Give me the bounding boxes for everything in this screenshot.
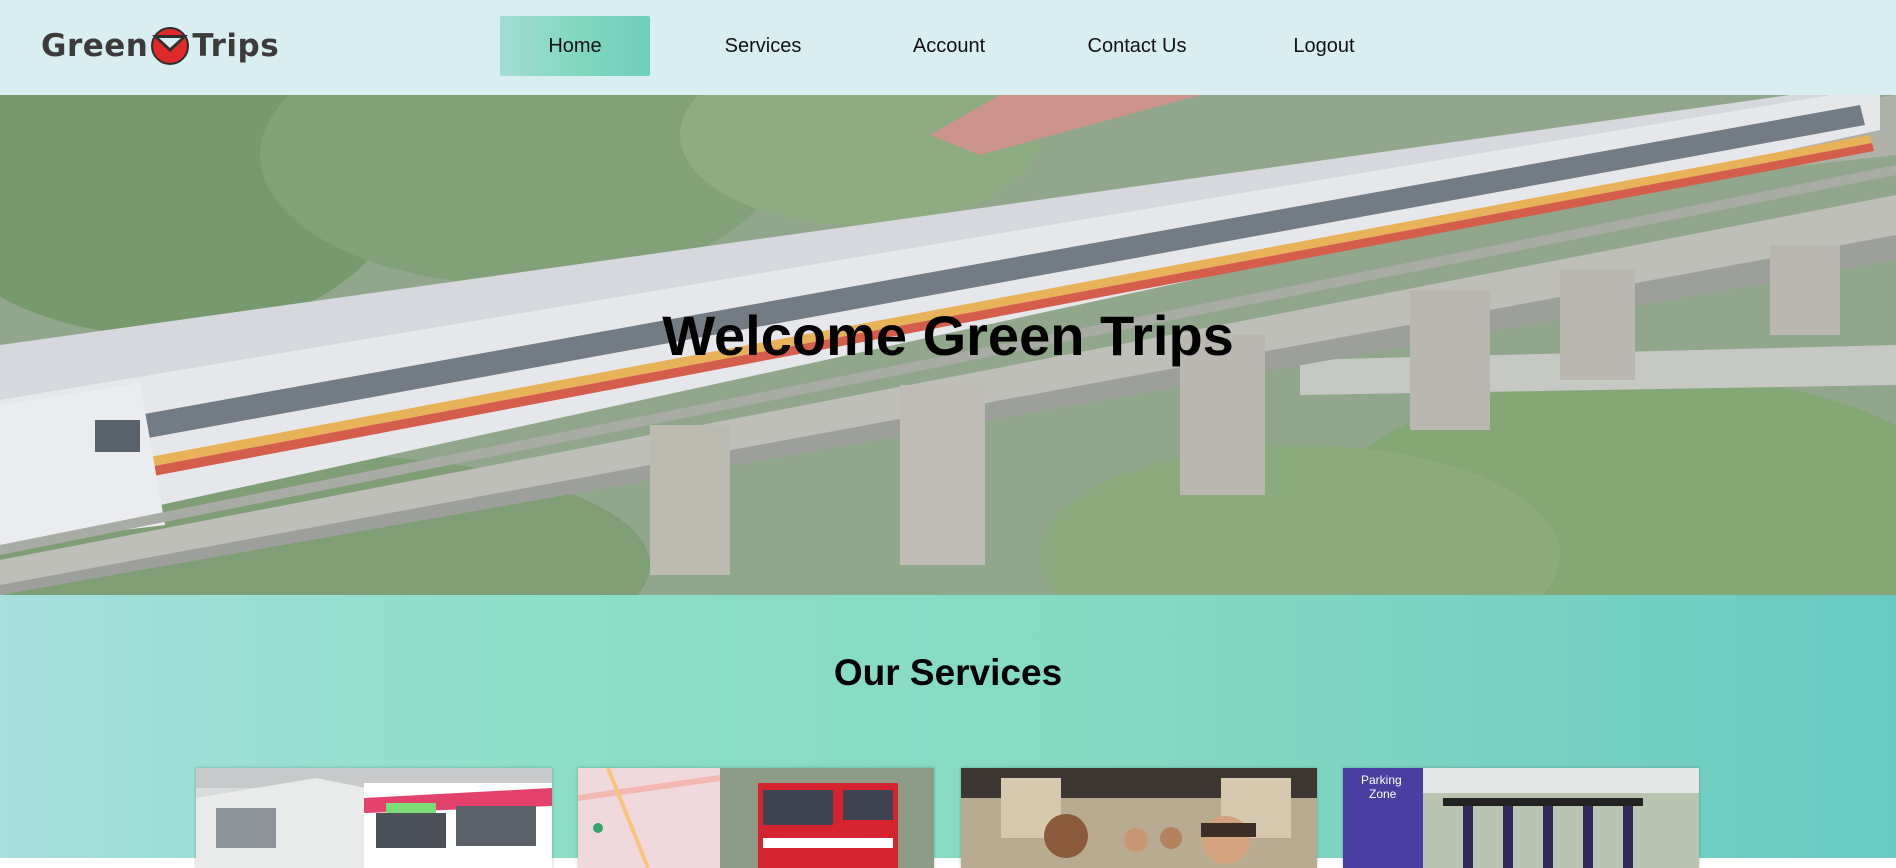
hero-title: Welcome Green Trips xyxy=(662,304,1234,367)
brand-logo[interactable]: Green Trips xyxy=(41,24,279,68)
service-card-carpool[interactable] xyxy=(961,768,1317,868)
nav-account[interactable]: Account xyxy=(874,16,1024,76)
hero-banner: Welcome Green Trips xyxy=(0,95,1896,595)
train-bus-photo-icon xyxy=(196,768,552,868)
nav-services[interactable]: Services xyxy=(688,16,838,76)
service-card-scooter[interactable]: Parking Zone xyxy=(1343,768,1699,868)
carpool-photo-icon xyxy=(961,768,1317,868)
nav-account-label: Account xyxy=(912,34,986,57)
brand-name-right: Trips xyxy=(192,28,280,64)
services-title: Our Services xyxy=(833,652,1063,693)
nav-logout-label: Logout xyxy=(1293,34,1355,57)
scooter-sign-line2: Zone xyxy=(1369,787,1397,801)
nav-services-label: Services xyxy=(724,34,802,57)
service-card-train-bus[interactable] xyxy=(196,768,552,868)
scooter-parking-photo-icon: Parking Zone xyxy=(1343,768,1699,868)
scooter-sign-line1: Parking xyxy=(1361,773,1402,787)
nav-home-label: Home xyxy=(548,34,602,57)
services-section: Our Services Parking Zone xyxy=(0,595,1896,868)
service-card-map-bus[interactable] xyxy=(578,768,934,868)
nav-logout[interactable]: Logout xyxy=(1249,16,1399,76)
nav-home[interactable]: Home xyxy=(500,16,650,76)
top-navbar: Green Trips Home Services Account Contac… xyxy=(0,0,1896,95)
brand-name-left: Green xyxy=(41,28,149,64)
nav-contact-us-label: Contact Us xyxy=(1087,34,1187,57)
nav-contact-us[interactable]: Contact Us xyxy=(1062,16,1212,76)
brand-mark-icon xyxy=(151,27,190,65)
map-bus-photo-icon xyxy=(578,768,934,868)
